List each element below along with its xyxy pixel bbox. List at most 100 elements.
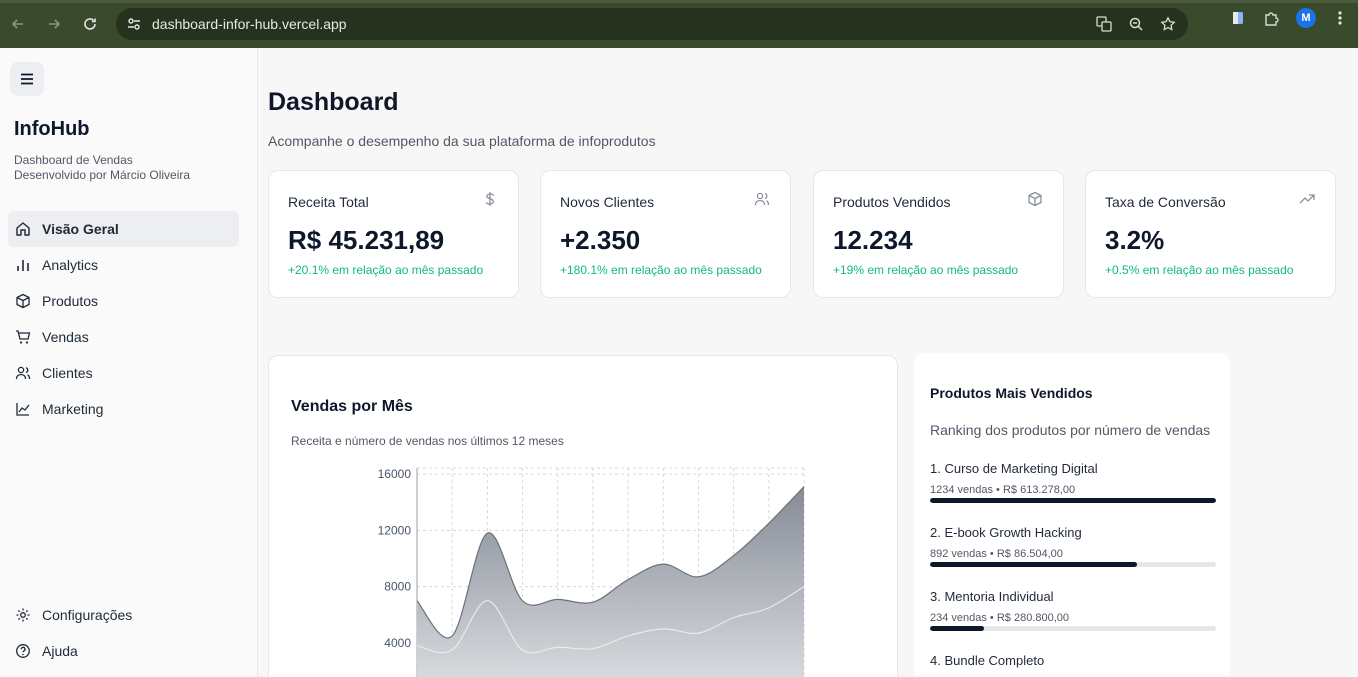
sidebar-item-clientes[interactable]: Clientes bbox=[8, 355, 239, 391]
menu-toggle-button[interactable] bbox=[10, 62, 44, 96]
back-button[interactable] bbox=[2, 8, 34, 40]
series-area-revenue bbox=[417, 486, 804, 677]
tab-strip bbox=[0, 0, 1358, 3]
stat-value: 3.2% bbox=[1105, 225, 1165, 255]
site-settings-icon[interactable] bbox=[126, 16, 142, 32]
sales-chart-card: Vendas por Mês Receita e número de venda… bbox=[268, 355, 898, 677]
users-icon bbox=[754, 191, 770, 207]
sidebar-item-vendas[interactable]: Vendas bbox=[8, 319, 239, 355]
product-item: 1. Curso de Marketing Digital 1234 venda… bbox=[930, 461, 1216, 503]
product-bar-track bbox=[930, 562, 1216, 567]
stat-label: Produtos Vendidos bbox=[833, 194, 951, 210]
product-bar-fill bbox=[930, 562, 1137, 567]
product-bar-fill bbox=[930, 626, 985, 631]
hamburger-icon bbox=[21, 73, 33, 85]
forward-button[interactable] bbox=[38, 8, 70, 40]
zoom-icon[interactable] bbox=[1126, 14, 1146, 34]
dollar-icon bbox=[482, 191, 498, 207]
brand-subtitle-line1: Dashboard de Vendas bbox=[14, 153, 133, 167]
home-icon bbox=[14, 220, 32, 238]
top-products-card: Produtos Mais Vendidos Ranking dos produ… bbox=[914, 353, 1230, 677]
sidebar-item-analytics[interactable]: Analytics bbox=[8, 247, 239, 283]
product-meta: 1234 vendas • R$ 613.278,00 bbox=[930, 484, 1076, 496]
browser-toolbar: dashboard-infor-hub.vercel.app M bbox=[0, 0, 1358, 48]
url-text[interactable]: dashboard-infor-hub.vercel.app bbox=[152, 16, 347, 32]
brand-subtitle: Dashboard de Vendas Desenvolvido por Már… bbox=[14, 153, 190, 183]
stat-label: Receita Total bbox=[288, 194, 369, 210]
product-name: 3. Mentoria Individual bbox=[930, 589, 1054, 604]
help-icon bbox=[14, 642, 32, 660]
sidebar-item-label: Analytics bbox=[42, 257, 99, 273]
product-name: 2. E-book Growth Hacking bbox=[930, 525, 1082, 540]
page-subtitle: Acompanhe o desempenho da sua plataforma… bbox=[268, 133, 656, 149]
sidebar-item-ajuda[interactable]: Ajuda bbox=[8, 633, 239, 669]
product-item: 4. Bundle Completo bbox=[930, 653, 1216, 668]
top-products-title: Produtos Mais Vendidos bbox=[930, 385, 1093, 401]
stat-value: R$ 45.231,89 bbox=[288, 225, 445, 255]
sidebar-item-marketing[interactable]: Marketing bbox=[8, 391, 239, 427]
stat-delta: +19% em relação ao mês passado bbox=[833, 263, 1019, 277]
y-tick-label: 4000 bbox=[384, 636, 411, 650]
reload-button[interactable] bbox=[74, 8, 106, 40]
stat-card-clientes: Novos Clientes +2.350 +180.1% em relação… bbox=[540, 170, 791, 298]
stat-card-receita: Receita Total R$ 45.231,89 +20.1% em rel… bbox=[268, 170, 519, 298]
cart-icon bbox=[14, 328, 32, 346]
sidebar-item-produtos[interactable]: Produtos bbox=[8, 283, 239, 319]
sidebar-item-label: Vendas bbox=[42, 329, 89, 345]
sidebar-nav: Visão Geral Analytics Produtos Vendas Cl… bbox=[8, 211, 239, 427]
brand-title: InfoHub bbox=[14, 118, 90, 140]
product-item: 2. E-book Growth Hacking 892 vendas • R$… bbox=[930, 525, 1216, 567]
more-menu-icon[interactable] bbox=[1330, 8, 1350, 28]
page-title: Dashboard bbox=[268, 88, 399, 116]
brand-subtitle-line2: Desenvolvido por Márcio Oliveira bbox=[14, 168, 191, 182]
stat-value: 12.234 bbox=[833, 225, 913, 255]
sidebar-item-label: Produtos bbox=[42, 293, 99, 309]
sidebar-item-visao-geral[interactable]: Visão Geral bbox=[8, 211, 239, 247]
bar-chart-icon bbox=[14, 256, 32, 274]
stat-label: Taxa de Conversão bbox=[1105, 194, 1226, 210]
sidebar-item-configuracoes[interactable]: Configurações bbox=[8, 597, 239, 633]
product-name: 4. Bundle Completo bbox=[930, 653, 1045, 668]
main-content: Dashboard Acompanhe o desempenho da sua … bbox=[258, 48, 1358, 677]
y-tick-label: 8000 bbox=[384, 580, 411, 594]
stat-delta: +0.5% em relação ao mês passado bbox=[1105, 263, 1294, 277]
product-meta: 892 vendas • R$ 86.504,00 bbox=[930, 548, 1063, 560]
users-icon bbox=[14, 364, 32, 382]
stat-delta: +180.1% em relação ao mês passado bbox=[560, 263, 762, 277]
arrow-left-icon bbox=[11, 19, 23, 29]
sidebar-item-label: Ajuda bbox=[42, 643, 78, 659]
reload-icon bbox=[84, 18, 96, 30]
y-tick-label: 16000 bbox=[378, 467, 412, 481]
trending-up-icon bbox=[1299, 191, 1315, 207]
stat-value: +2.350 bbox=[560, 225, 641, 255]
extension-docs-icon[interactable] bbox=[1228, 8, 1248, 28]
product-bar-track bbox=[930, 626, 1216, 631]
stat-label: Novos Clientes bbox=[560, 194, 655, 210]
product-bar-fill bbox=[930, 498, 1216, 503]
gear-icon bbox=[14, 606, 32, 624]
line-chart-icon bbox=[14, 400, 32, 418]
sidebar-item-label: Marketing bbox=[42, 401, 104, 417]
address-bar[interactable]: dashboard-infor-hub.vercel.app bbox=[116, 8, 1188, 40]
package-icon bbox=[1027, 191, 1043, 207]
product-name: 1. Curso de Marketing Digital bbox=[930, 461, 1098, 476]
package-icon bbox=[14, 292, 32, 310]
arrow-right-icon bbox=[49, 19, 61, 29]
translate-icon[interactable] bbox=[1094, 14, 1114, 34]
top-products-subtitle: Ranking dos produtos por número de venda… bbox=[930, 422, 1211, 438]
product-meta: 234 vendas • R$ 280.800,00 bbox=[930, 612, 1070, 624]
product-item: 3. Mentoria Individual 234 vendas • R$ 2… bbox=[930, 589, 1216, 631]
stat-card-conversao: Taxa de Conversão 3.2% +0.5% em relação … bbox=[1085, 170, 1336, 298]
product-bar-track bbox=[930, 498, 1216, 503]
y-tick-label: 12000 bbox=[378, 523, 412, 537]
stat-card-produtos: Produtos Vendidos 12.234 +19% em relação… bbox=[813, 170, 1064, 298]
sidebar-item-label: Configurações bbox=[42, 607, 133, 623]
sidebar-item-label: Clientes bbox=[42, 365, 93, 381]
stat-delta: +20.1% em relação ao mês passado bbox=[288, 263, 484, 277]
sidebar-item-label: Visão Geral bbox=[42, 221, 119, 237]
sales-area-chart: 16000 12000 8000 4000 bbox=[378, 467, 805, 677]
profile-avatar[interactable]: M bbox=[1296, 8, 1316, 28]
sidebar-bottom-nav: Configurações Ajuda bbox=[8, 597, 239, 669]
bookmark-star-icon[interactable] bbox=[1158, 14, 1178, 34]
extensions-puzzle-icon[interactable] bbox=[1262, 8, 1282, 28]
